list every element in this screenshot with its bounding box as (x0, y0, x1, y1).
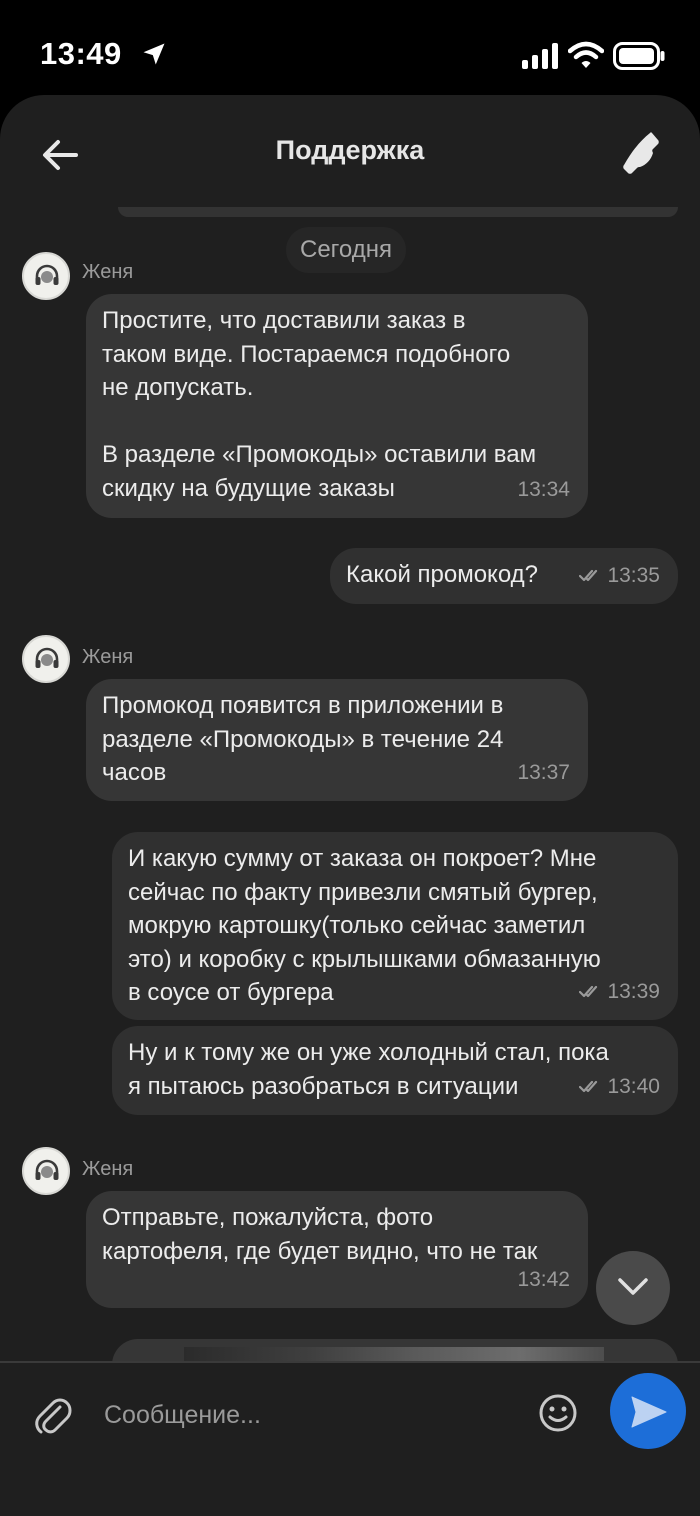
message-meta: 13:40 (579, 1070, 660, 1104)
double-check-icon (579, 986, 598, 998)
chat-sheet: Поддержка Сегодня Женя Простите, что дос… (0, 95, 700, 1516)
avatar (22, 1147, 70, 1195)
message-meta: 13:35 (579, 559, 660, 593)
message-time: 13:37 (517, 760, 570, 784)
message-bubble-outgoing[interactable]: Какой промокод? 13:35 (330, 548, 678, 604)
message-bubble-incoming[interactable]: Простите, что доставили заказ в таком ви… (86, 294, 588, 518)
send-icon (631, 1396, 667, 1428)
chat-header: Поддержка (0, 95, 700, 215)
sender-name: Женя (82, 1158, 134, 1180)
paperclip-icon[interactable] (32, 1393, 72, 1437)
chevron-down-icon (618, 1278, 648, 1295)
wifi-icon (568, 41, 604, 68)
headset-icon (35, 1159, 59, 1180)
double-check-icon (579, 570, 598, 582)
date-divider: Сегодня (286, 227, 406, 273)
signal-icon (522, 43, 558, 69)
message-bubble-incoming[interactable]: Промокод появится в приложении в разделе… (86, 679, 588, 801)
message-time: 13:39 (607, 979, 660, 1003)
smiley-icon[interactable] (538, 1393, 578, 1433)
message-composer (0, 1361, 700, 1516)
message-meta: 13:39 (579, 975, 660, 1009)
message-bubble-outgoing[interactable]: И какую сумму от заказа он покроет? Мне … (112, 832, 678, 1020)
message-input[interactable] (104, 1391, 514, 1439)
message-bubble-outgoing[interactable]: Ну и к тому же он уже холодный стал, пок… (112, 1026, 678, 1115)
send-button[interactable] (610, 1373, 686, 1449)
scroll-down-button[interactable] (596, 1251, 670, 1325)
status-bar: 13:49 (0, 0, 700, 95)
message-text: Простите, что доставили заказ в таком ви… (102, 307, 537, 502)
page-title: Поддержка (275, 135, 425, 165)
message-time: 13:42 (517, 1267, 570, 1291)
message-bubble-incoming[interactable]: Отправьте, пожалуйста, фото картофеля, г… (86, 1191, 588, 1308)
headset-icon (35, 264, 59, 285)
message-time: 13:35 (607, 563, 660, 587)
previous-message-edge (118, 207, 678, 217)
phone-icon[interactable] (616, 129, 664, 177)
message-time: 13:40 (607, 1074, 660, 1098)
avatar (22, 252, 70, 300)
double-check-icon (579, 1081, 598, 1093)
avatar (22, 635, 70, 683)
message-text: Промокод появится в приложении в разделе… (102, 692, 504, 786)
status-time: 13:49 (40, 36, 122, 71)
headset-icon (35, 647, 59, 668)
sender-name: Женя (82, 261, 134, 283)
location-icon (143, 43, 165, 65)
message-time: 13:34 (517, 477, 570, 501)
battery-icon (613, 42, 665, 70)
sender-name: Женя (82, 646, 134, 668)
message-text: Отправьте, пожалуйста, фото картофеля, г… (102, 1204, 538, 1265)
